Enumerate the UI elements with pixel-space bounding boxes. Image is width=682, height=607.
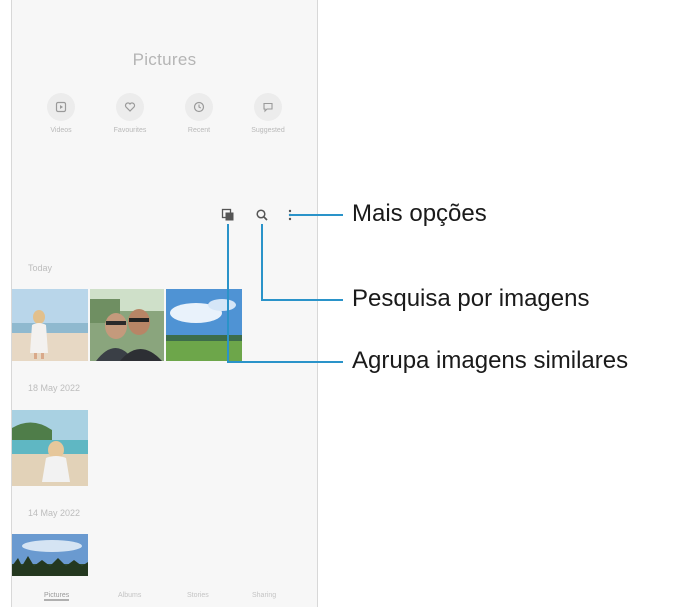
- callout-line-group-similar: [227, 224, 343, 363]
- callout-group-similar: Agrupa imagens similares: [352, 347, 629, 374]
- callout-line-search: [261, 224, 343, 301]
- callout-search-images: Pesquisa por imagens: [352, 285, 590, 312]
- callout-more-options: Mais opções: [352, 200, 487, 227]
